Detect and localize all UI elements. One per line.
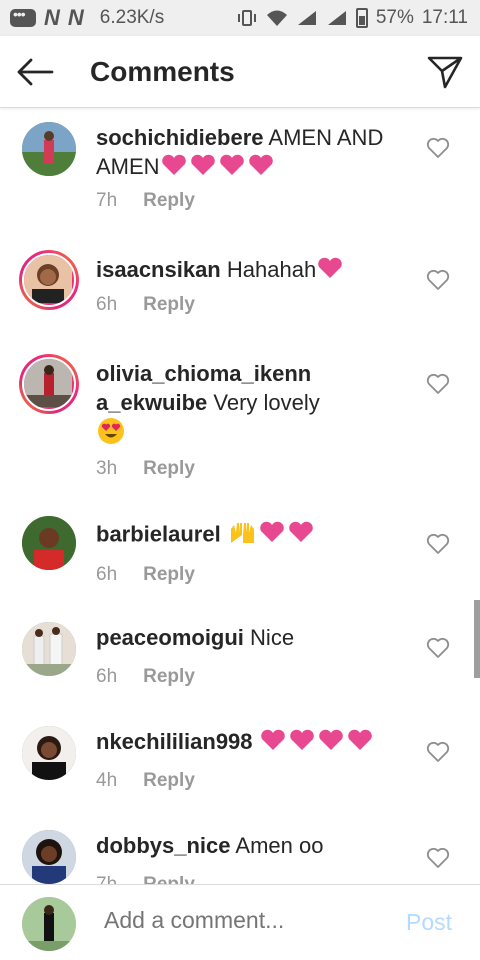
comment-time: 7h bbox=[96, 190, 118, 211]
heart-emojis bbox=[260, 729, 376, 758]
battery-level: 57% bbox=[375, 7, 414, 28]
comment-username[interactable]: peaceomoigui bbox=[96, 625, 244, 650]
avatar[interactable] bbox=[22, 122, 76, 176]
comment-time: 6h bbox=[96, 564, 118, 585]
avatar[interactable] bbox=[22, 516, 76, 570]
battery-icon bbox=[355, 8, 368, 28]
like-heart-icon[interactable] bbox=[426, 137, 450, 159]
signal-icon bbox=[297, 11, 316, 25]
comment-text: Hahahah bbox=[226, 257, 317, 282]
heart-eyes-emoji bbox=[97, 417, 125, 452]
arrow-left-icon bbox=[17, 58, 54, 85]
comment-input[interactable] bbox=[104, 907, 394, 934]
clock: 17:11 bbox=[421, 7, 468, 28]
heart-emojis bbox=[317, 257, 343, 286]
comment-text: Amen oo bbox=[235, 833, 324, 858]
like-heart-icon[interactable] bbox=[426, 269, 450, 291]
comment-username[interactable]: nkechililian998 bbox=[96, 729, 253, 754]
like-heart-icon[interactable] bbox=[426, 373, 450, 395]
comment-username[interactable]: dobbys_nice bbox=[96, 833, 230, 858]
reply-button[interactable]: Reply bbox=[143, 874, 195, 884]
back-button[interactable] bbox=[0, 36, 70, 108]
network-speed: 6.23K/s bbox=[99, 7, 165, 28]
heart-emojis bbox=[161, 154, 277, 183]
message-icon bbox=[10, 6, 36, 27]
notification-n-icon-2: N bbox=[67, 5, 84, 30]
reply-button[interactable]: Reply bbox=[143, 666, 195, 687]
reply-button[interactable]: Reply bbox=[143, 294, 195, 315]
paper-plane-icon bbox=[427, 56, 463, 88]
reply-button[interactable]: Reply bbox=[143, 458, 195, 479]
send-button[interactable] bbox=[410, 36, 480, 108]
comment-username[interactable]: sochichidiebere bbox=[96, 125, 264, 150]
reply-button[interactable]: Reply bbox=[143, 190, 195, 211]
comment-list[interactable]: sochichidiebere AMEN AND AMEN 7h Reply i… bbox=[0, 108, 480, 884]
comment-username-line2[interactable]: a_ekwuibe bbox=[96, 390, 207, 415]
avatar[interactable] bbox=[22, 830, 76, 884]
comment-text: Nice bbox=[250, 625, 295, 650]
comment-username[interactable]: barbielaurel bbox=[96, 521, 221, 546]
comment-time: 7h bbox=[96, 874, 117, 884]
comment-time: 4h bbox=[96, 770, 118, 791]
comment-time: 3h bbox=[96, 458, 118, 479]
avatar[interactable] bbox=[19, 354, 79, 414]
reply-button[interactable]: Reply bbox=[143, 564, 195, 585]
scrollbar[interactable] bbox=[474, 600, 480, 678]
vibrate-icon bbox=[237, 10, 256, 26]
like-heart-icon[interactable] bbox=[426, 637, 450, 659]
emojis bbox=[228, 519, 318, 552]
like-heart-icon[interactable] bbox=[426, 533, 450, 555]
reply-button[interactable]: Reply bbox=[143, 770, 195, 791]
avatar[interactable] bbox=[22, 622, 76, 676]
notification-n-icon: N bbox=[44, 5, 60, 30]
comments-header: Comments bbox=[0, 36, 480, 108]
comment-time: 6h bbox=[96, 666, 118, 687]
like-heart-icon[interactable] bbox=[426, 847, 450, 869]
avatar[interactable] bbox=[19, 250, 79, 310]
comment-time: 6h bbox=[96, 294, 118, 315]
comment-username-line1[interactable]: olivia_chioma_ikenn bbox=[96, 361, 311, 386]
signal-icon-2 bbox=[327, 11, 346, 25]
post-button[interactable]: Post bbox=[406, 909, 452, 936]
comment-username[interactable]: isaacnsikan bbox=[96, 257, 221, 282]
comment-composer: Post bbox=[0, 884, 480, 960]
wifi-icon bbox=[266, 10, 287, 26]
like-heart-icon[interactable] bbox=[426, 741, 450, 763]
avatar[interactable] bbox=[22, 726, 76, 780]
status-bar: N N 6.23K/s 57% 17:11 bbox=[0, 0, 480, 36]
comment-text: Very lovely bbox=[213, 390, 320, 415]
page-title: Comments bbox=[90, 55, 235, 87]
current-user-avatar bbox=[22, 897, 76, 951]
